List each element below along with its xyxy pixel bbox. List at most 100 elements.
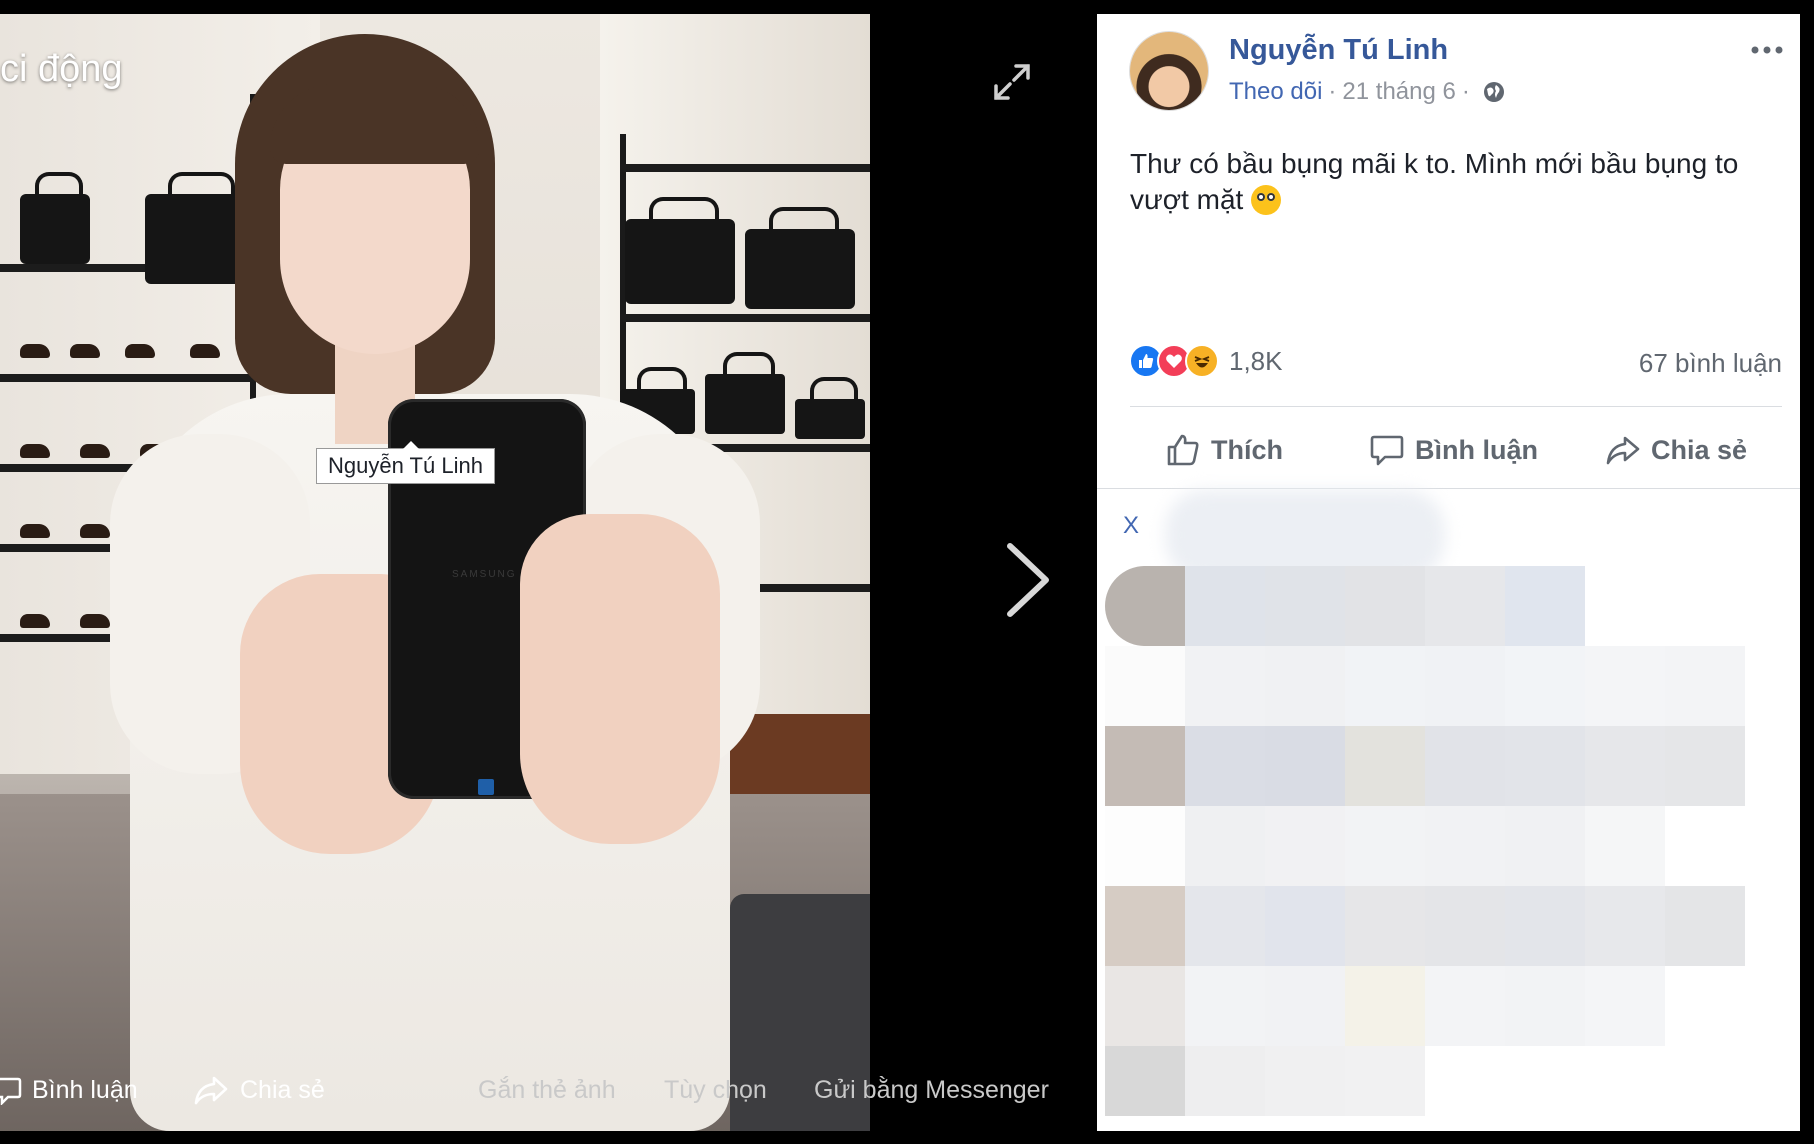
- viewer-title: ci động: [0, 48, 123, 90]
- pixel-block: [1505, 966, 1585, 1046]
- post-actions: Thích Bình luận Chia sẻ: [1097, 418, 1800, 484]
- pixel-block: [1185, 726, 1265, 806]
- pixel-block: [1185, 886, 1265, 966]
- shoe: [70, 344, 100, 358]
- pixel-block: [1105, 886, 1185, 966]
- post-body: Thư có bầu bụng mãi k to. Mình mới bầu b…: [1130, 148, 1739, 215]
- pixel-block: [1665, 886, 1745, 966]
- pixel-block: [1185, 806, 1265, 886]
- pixel-block: [1265, 726, 1345, 806]
- expand-icon[interactable]: [990, 60, 1034, 104]
- viewer-comment-button[interactable]: Bình luận: [0, 1070, 138, 1110]
- meta-separator: ·: [1461, 78, 1470, 105]
- pixel-block: [1265, 1046, 1345, 1116]
- pixel-block: [1185, 566, 1265, 646]
- pixel-block: [1505, 646, 1585, 726]
- post-panel: Nguyễn Tú Linh Theo dõi · 21 tháng 6 · T…: [1097, 14, 1800, 1131]
- pixel-block: [1425, 646, 1505, 726]
- like-button[interactable]: Thích: [1165, 428, 1283, 472]
- pixel-block: [1425, 566, 1505, 646]
- see-more-comments-link[interactable]: X: [1123, 512, 1139, 540]
- comment-label: Bình luận: [1415, 434, 1538, 465]
- shoe: [80, 614, 110, 628]
- pixel-block: [1585, 646, 1665, 726]
- comment-count[interactable]: 67 bình luận: [1639, 348, 1782, 379]
- pixel-block: [1505, 886, 1585, 966]
- phone-badge: [478, 779, 494, 795]
- comment-button[interactable]: Bình luận: [1369, 428, 1538, 472]
- photo[interactable]: SAMSUNG: [0, 14, 870, 1131]
- pixel-block: [1425, 726, 1505, 806]
- chevron-right-icon[interactable]: [1000, 540, 1056, 620]
- pixel-block: [1105, 566, 1185, 646]
- pixel-block: [1185, 1046, 1265, 1116]
- viewer-share-label: Chia sẻ: [240, 1075, 325, 1104]
- comments-area-blurred: X: [1105, 490, 1800, 1131]
- shoe: [80, 524, 110, 538]
- pixel-block: [1265, 806, 1345, 886]
- pixel-block: [1105, 646, 1185, 726]
- haha-reaction-icon: [1185, 344, 1219, 378]
- author-name[interactable]: Nguyễn Tú Linh: [1229, 34, 1448, 67]
- share-button[interactable]: Chia sẻ: [1605, 428, 1747, 472]
- pixel-block: [1345, 886, 1425, 966]
- pixel-block: [1265, 966, 1345, 1046]
- pixel-block: [1345, 726, 1425, 806]
- follow-link[interactable]: Theo dõi: [1229, 78, 1322, 106]
- pixel-block: [1585, 726, 1665, 806]
- shoe: [20, 444, 50, 458]
- comment-icon: [0, 1077, 22, 1105]
- wallet: [795, 377, 865, 439]
- photo-tag[interactable]: Nguyễn Tú Linh: [316, 441, 495, 484]
- pixel-block: [1345, 1046, 1425, 1116]
- bag: [20, 172, 90, 264]
- reaction-summary[interactable]: 1,8K: [1129, 344, 1283, 378]
- meta-separator: ·: [1328, 78, 1337, 105]
- viewer-share-button[interactable]: Chia sẻ: [192, 1070, 325, 1110]
- pixel-block: [1265, 886, 1345, 966]
- pixel-block: [1105, 806, 1185, 886]
- divider: [1097, 488, 1800, 489]
- pixel-block: [1665, 726, 1745, 806]
- pixel-block: [1505, 806, 1585, 886]
- tag-photo-button[interactable]: Gắn thẻ ảnh: [478, 1070, 616, 1110]
- pixel-block: [1345, 646, 1425, 726]
- send-messenger-button[interactable]: Gửi bằng Messenger: [814, 1070, 1049, 1110]
- reaction-count: 1,8K: [1229, 345, 1283, 376]
- pixel-block: [1585, 966, 1665, 1046]
- shoe: [20, 614, 50, 628]
- viewer-action-bar: Bình luận Chia sẻ Gắn thẻ ảnh Tùy chọn G…: [0, 1060, 1097, 1120]
- pixel-block: [1265, 566, 1345, 646]
- shoe: [80, 444, 110, 458]
- pixel-block: [1585, 886, 1665, 966]
- shoe: [20, 524, 50, 538]
- post-date[interactable]: 21 tháng 6: [1342, 78, 1455, 106]
- viewer-comment-label: Bình luận: [32, 1075, 138, 1104]
- globe-icon[interactable]: [1482, 80, 1506, 104]
- pixel-block: [1425, 806, 1505, 886]
- more-options-icon[interactable]: [1747, 40, 1787, 60]
- flushed-face-emoji: [1251, 185, 1282, 215]
- share-icon: [194, 1076, 228, 1105]
- pixel-block: [1105, 966, 1185, 1046]
- post-text: Thư có bầu bụng mãi k to. Mình mới bầu b…: [1130, 146, 1780, 218]
- pixel-block: [1265, 646, 1345, 726]
- bag: [745, 207, 855, 309]
- pixel-block: [1585, 806, 1665, 886]
- thumbs-up-icon: [1167, 434, 1199, 466]
- pixel-block: [1505, 566, 1585, 646]
- pixel-block: [1185, 966, 1265, 1046]
- options-button[interactable]: Tùy chọn: [664, 1070, 767, 1110]
- pixel-block: [1665, 646, 1745, 726]
- pixel-block: [1105, 726, 1185, 806]
- pixel-block: [1345, 806, 1425, 886]
- divider: [1130, 406, 1782, 407]
- pixel-block: [1185, 646, 1265, 726]
- photo-viewer: SAMSUNG ci động Nguyễn Tú Linh Bình luận…: [0, 0, 1097, 1144]
- phone-brand-label: SAMSUNG: [452, 569, 517, 580]
- pixel-block: [1505, 726, 1585, 806]
- like-label: Thích: [1211, 434, 1283, 465]
- share-label: Chia sẻ: [1651, 434, 1748, 465]
- person: SAMSUNG: [110, 14, 760, 1131]
- avatar[interactable]: [1130, 32, 1208, 110]
